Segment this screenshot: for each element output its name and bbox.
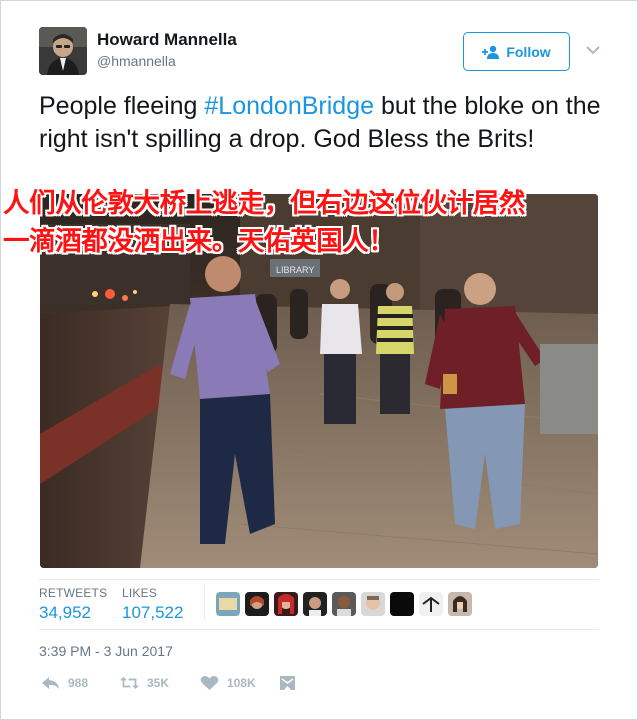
divider — [204, 584, 205, 620]
liker-avatar[interactable] — [419, 592, 443, 616]
likes-value[interactable]: 107,522 — [122, 603, 183, 623]
tweet-text: People fleeing #LondonBridge but the blo… — [39, 90, 609, 156]
retweets-value[interactable]: 34,952 — [39, 603, 107, 623]
retweet-icon — [120, 676, 139, 690]
like-count: 108K — [227, 676, 256, 690]
heart-icon — [200, 676, 219, 690]
hashtag-link[interactable]: #LondonBridge — [204, 92, 374, 120]
reply-icon — [42, 677, 59, 689]
add-user-icon — [482, 45, 500, 59]
avatar[interactable] — [39, 27, 87, 75]
liker-avatar[interactable] — [361, 592, 385, 616]
chinese-caption-line2: 一滴酒都没洒出来。天佑英国人！ — [3, 226, 395, 256]
direct-message-button[interactable] — [278, 675, 297, 691]
follow-button[interactable]: Follow — [463, 32, 570, 71]
retweets-stat[interactable]: RETWEETS 34,952 — [39, 586, 107, 623]
tweet-text-before: People fleeing — [39, 92, 205, 120]
divider — [39, 629, 599, 630]
liker-avatar[interactable] — [332, 592, 356, 616]
like-button[interactable]: 108K — [200, 675, 256, 691]
tweet-timestamp[interactable]: 3:39 PM - 3 Jun 2017 — [39, 643, 173, 659]
liker-avatar[interactable] — [216, 592, 240, 616]
chinese-caption: 人们从伦敦大桥上逃走，但右边这位伙计居然 一滴酒都没洒出来。天佑英国人！ — [3, 184, 635, 260]
liker-avatars — [216, 592, 472, 616]
user-handle[interactable]: @hmannella — [97, 53, 176, 69]
chinese-caption-line1: 人们从伦敦大桥上逃走，但右边这位伙计居然 — [3, 188, 525, 218]
retweet-count: 35K — [147, 676, 170, 690]
reply-button[interactable]: 988 — [41, 675, 88, 691]
follow-label: Follow — [506, 43, 551, 60]
envelope-icon — [280, 676, 295, 690]
retweets-label: RETWEETS — [39, 586, 108, 600]
likes-label: LIKES — [122, 586, 158, 600]
liker-avatar[interactable] — [390, 592, 414, 616]
divider — [39, 579, 599, 580]
liker-avatar[interactable] — [245, 592, 269, 616]
likes-stat[interactable]: LIKES 107,522 — [122, 586, 183, 623]
user-name[interactable]: Howard Mannella — [97, 30, 237, 50]
reply-count: 988 — [68, 676, 89, 690]
liker-avatar[interactable] — [448, 592, 472, 616]
retweet-button[interactable]: 35K — [120, 675, 169, 691]
liker-avatar[interactable] — [303, 592, 327, 616]
liker-avatar[interactable] — [274, 592, 298, 616]
library-sign: LIBRARY — [276, 265, 314, 275]
chevron-down-icon[interactable] — [585, 44, 601, 56]
